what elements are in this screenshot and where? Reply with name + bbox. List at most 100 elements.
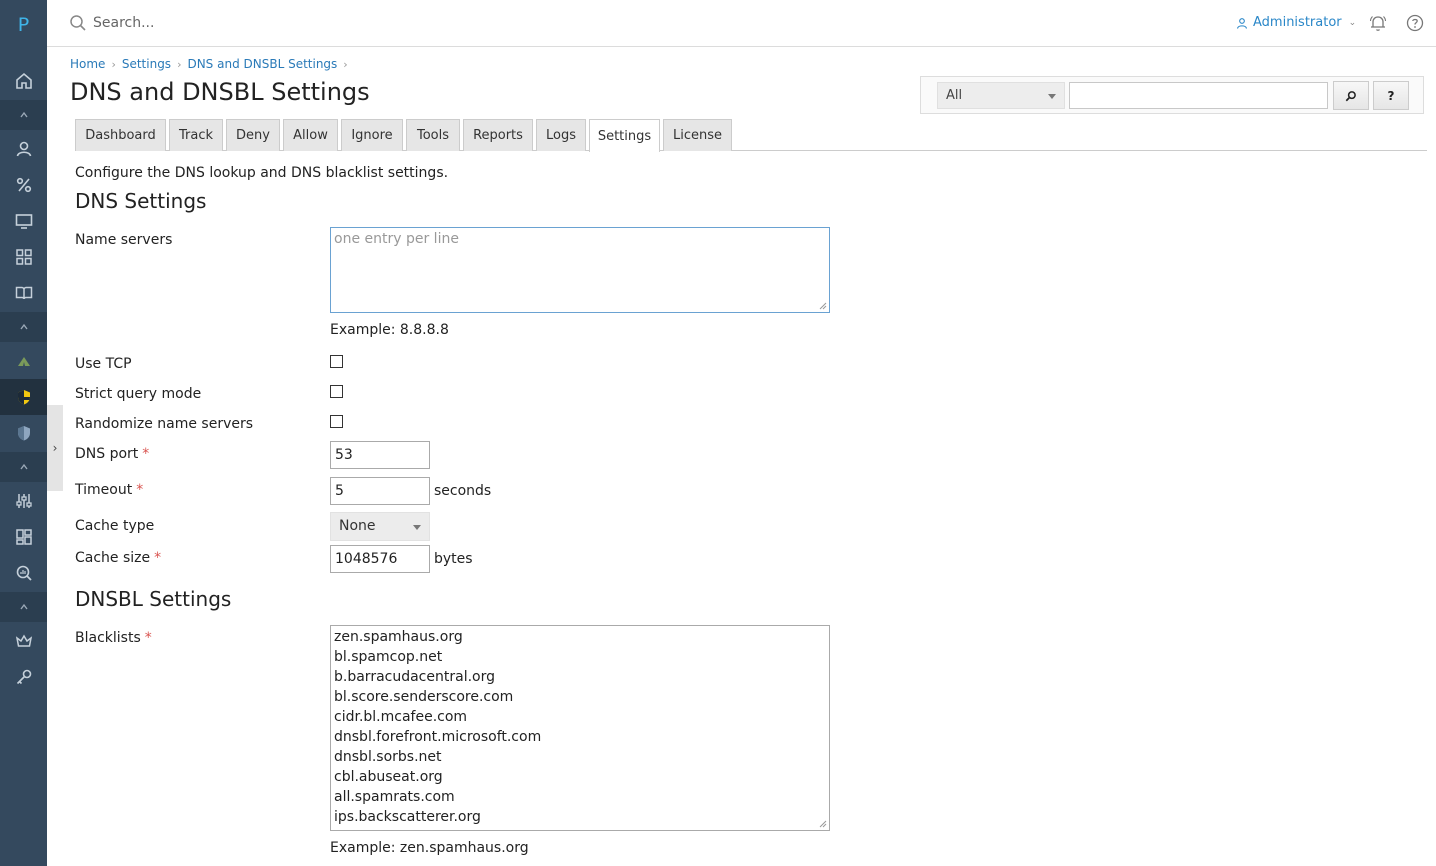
crown-icon[interactable]: [0, 623, 47, 659]
dns-port-label-text: DNS port: [75, 446, 139, 462]
sliders-icon[interactable]: [0, 483, 47, 519]
tab-allow[interactable]: Allow: [283, 119, 338, 151]
breadcrumb-dns-settings[interactable]: DNS and DNSBL Settings: [187, 57, 337, 71]
user-menu[interactable]: Administrator ⌄: [1236, 15, 1356, 30]
chevron-up-icon[interactable]: [0, 100, 47, 130]
blacklist-entry: bl.score.senderscore.com: [334, 689, 514, 705]
page-description: Configure the DNS lookup and DNS blackli…: [75, 165, 449, 181]
filter-scope-select[interactable]: All: [937, 82, 1065, 109]
global-search-input[interactable]: [93, 12, 493, 34]
user-name: Administrator: [1253, 15, 1342, 30]
blacklists-label-text: Blacklists: [75, 630, 141, 646]
chevron-up-icon[interactable]: [0, 312, 47, 342]
timeout-label-text: Timeout: [75, 482, 133, 498]
required-marker: *: [154, 550, 162, 566]
tab-reports[interactable]: Reports: [463, 119, 533, 151]
blacklists-example: Example: zen.spamhaus.org: [330, 840, 529, 856]
timeout-label: Timeout *: [75, 482, 143, 498]
tab-settings[interactable]: Settings: [589, 119, 660, 152]
layout-icon[interactable]: [0, 519, 47, 555]
chevron-up-icon[interactable]: [0, 592, 47, 622]
strict-query-checkbox[interactable]: [330, 385, 343, 398]
cache-size-unit: bytes: [434, 551, 473, 567]
search-chart-icon[interactable]: [0, 555, 47, 591]
tab-tools[interactable]: Tools: [406, 119, 460, 151]
tab-ignore[interactable]: Ignore: [341, 119, 403, 151]
grid-icon[interactable]: [0, 239, 47, 275]
blacklists-textarea[interactable]: zen.spamhaus.org bl.spamcop.net b.barrac…: [330, 625, 830, 831]
tent-icon[interactable]: [0, 343, 47, 379]
resize-grip-icon[interactable]: [819, 302, 827, 310]
resize-grip-icon[interactable]: [819, 820, 827, 828]
home-icon[interactable]: [0, 63, 47, 99]
cache-type-select[interactable]: None: [330, 512, 430, 541]
cache-size-label-text: Cache size: [75, 550, 151, 566]
blacklist-entry: ips.backscatterer.org: [334, 809, 481, 825]
blacklist-entry: all.spamrats.com: [334, 789, 455, 805]
strict-query-label: Strict query mode: [75, 386, 202, 402]
page-title: DNS and DNSBL Settings: [70, 78, 370, 106]
blacklist-entry: dnsbl.forefront.microsoft.com: [334, 729, 542, 745]
app-logo[interactable]: P: [0, 14, 47, 36]
name-servers-example: Example: 8.8.8.8: [330, 322, 449, 338]
tab-logs[interactable]: Logs: [536, 119, 586, 151]
search-icon: [70, 15, 86, 31]
blacklists-label: Blacklists *: [75, 630, 152, 646]
user-icon[interactable]: [0, 131, 47, 167]
cache-size-input[interactable]: 1048576: [330, 545, 430, 573]
cache-type-label: Cache type: [75, 518, 155, 534]
dropdown-arrow-icon: [1048, 94, 1056, 99]
timeout-input[interactable]: 5: [330, 477, 430, 505]
dnsbl-settings-heading: DNSBL Settings: [75, 587, 232, 611]
required-marker: *: [136, 482, 144, 498]
blacklist-entry: cidr.bl.mcafee.com: [334, 709, 468, 725]
key-icon[interactable]: [0, 659, 47, 695]
tab-track[interactable]: Track: [169, 119, 223, 151]
dns-port-label: DNS port *: [75, 446, 149, 462]
randomize-label: Randomize name servers: [75, 416, 254, 432]
filter-search-input[interactable]: [1069, 82, 1328, 109]
sidebar: P: [0, 0, 47, 866]
dns-port-input[interactable]: 53: [330, 441, 430, 469]
use-tcp-label: Use TCP: [75, 356, 132, 372]
blacklist-entry: dnsbl.sorbs.net: [334, 749, 442, 765]
chevron-down-icon: ⌄: [1348, 17, 1357, 28]
chevron-right-icon: ›: [52, 441, 58, 455]
dns-settings-heading: DNS Settings: [75, 189, 207, 213]
breadcrumb-separator-icon: ›: [177, 57, 182, 71]
tab-deny[interactable]: Deny: [226, 119, 280, 151]
required-marker: *: [144, 630, 152, 646]
percent-icon[interactable]: [0, 167, 47, 203]
monitor-icon[interactable]: [0, 203, 47, 239]
blacklist-entry: bl.spamcop.net: [334, 649, 443, 665]
tab-dashboard[interactable]: Dashboard: [75, 119, 166, 151]
name-servers-textarea[interactable]: one entry per line: [330, 227, 830, 313]
sidebar-expand-toggle[interactable]: ›: [47, 405, 63, 491]
use-tcp-checkbox[interactable]: [330, 355, 343, 368]
cache-type-value: None: [339, 518, 376, 534]
blacklist-entry: cbl.abuseat.org: [334, 769, 443, 785]
breadcrumb: Home › Settings › DNS and DNSBL Settings…: [70, 57, 348, 71]
dropdown-arrow-icon: [413, 525, 421, 530]
shield-alt-icon[interactable]: [0, 415, 47, 451]
timeout-unit: seconds: [434, 483, 492, 499]
chevron-up-icon[interactable]: [0, 452, 47, 482]
top-bar: Administrator ⌄: [47, 0, 1436, 47]
shield-icon[interactable]: [0, 379, 47, 415]
breadcrumb-home[interactable]: Home: [70, 57, 105, 71]
help-icon[interactable]: [1406, 14, 1424, 32]
breadcrumb-settings[interactable]: Settings: [122, 57, 171, 71]
help-button[interactable]: ?: [1373, 81, 1409, 110]
name-servers-label: Name servers: [75, 232, 173, 248]
tab-license[interactable]: License: [663, 119, 732, 151]
breadcrumb-separator-icon: ›: [343, 57, 348, 71]
search-icon: [1345, 90, 1356, 101]
tab-bar: Dashboard Track Deny Allow Ignore Tools …: [75, 119, 1427, 152]
user-icon: [1236, 17, 1248, 29]
name-servers-placeholder: one entry per line: [334, 231, 459, 247]
filter-scope-value: All: [946, 88, 963, 103]
notification-bell-icon[interactable]: [1368, 13, 1388, 33]
book-icon[interactable]: [0, 275, 47, 311]
randomize-checkbox[interactable]: [330, 415, 343, 428]
search-button[interactable]: [1333, 81, 1369, 110]
